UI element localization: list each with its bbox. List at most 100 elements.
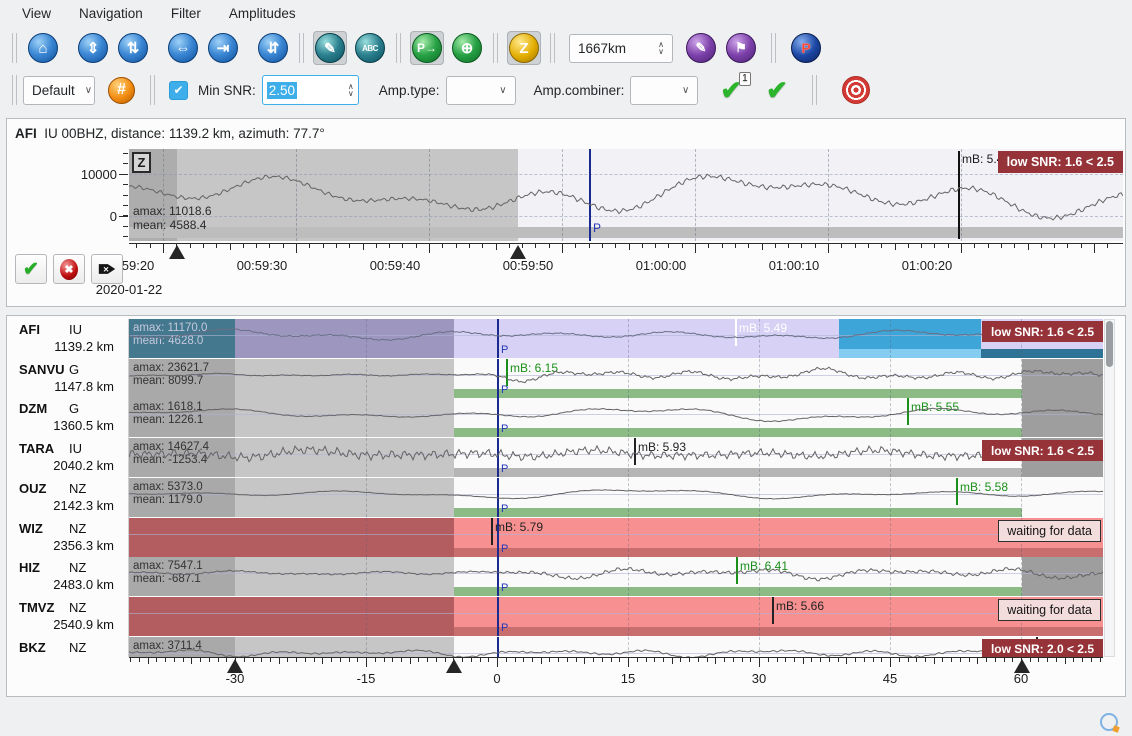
station-code: TARA: [19, 441, 54, 456]
relative-time-axis: [129, 657, 1103, 658]
zoom-horizontal-button[interactable]: ⇔: [166, 31, 200, 65]
noise-window-start-handle[interactable]: [169, 245, 185, 259]
trace-area[interactable]: amax: 14627.4mean: -1253.4PmB: 5.93low S…: [129, 438, 1103, 477]
zoom-trace-plot[interactable]: Z amax: 11018.6 mean: 4588.4 P mB: 5.49 …: [129, 149, 1123, 241]
amp-combiner-combo[interactable]: ∨: [630, 76, 698, 105]
apply-one-button[interactable]: ✔1: [711, 75, 751, 105]
chevron-down-icon: ∨: [75, 85, 92, 96]
trace-row-tara[interactable]: TARAIU2040.2 kmamax: 14627.4mean: -1253.…: [9, 438, 1114, 477]
trace-area[interactable]: amax: 11170.0mean: 4628.0PmB: 5.49low SN…: [129, 319, 1103, 358]
reject-skip-button[interactable]: ✕: [91, 254, 123, 284]
network-code: IU: [69, 441, 82, 456]
trace-area[interactable]: amax: 23621.7mean: 8099.7PmB: 6.15: [129, 359, 1103, 398]
abc-icon: ABC: [355, 33, 385, 63]
station-distance: 2540.9 km: [53, 617, 114, 632]
hash-button[interactable]: #: [106, 75, 137, 106]
axis-label: 15: [598, 671, 658, 686]
spin-arrows-icon[interactable]: ∧∨: [338, 83, 354, 97]
noise-start-handle[interactable]: [227, 659, 243, 673]
menu-amplitudes[interactable]: Amplitudes: [215, 2, 310, 25]
menu-view[interactable]: View: [8, 2, 65, 25]
pick-globe-button[interactable]: ⊕: [450, 31, 484, 65]
trace-row-wiz[interactable]: WIZNZ2356.3 kmPmB: 5.79waiting for data: [9, 518, 1114, 557]
waveform: [129, 478, 1103, 517]
home-button[interactable]: ⌂: [26, 31, 60, 65]
trace-row-ouz[interactable]: OUZNZ2142.3 kmamax: 5373.0mean: 1179.0Pm…: [9, 478, 1114, 517]
p-pick-label: P: [501, 543, 508, 555]
station-label: WIZNZ2356.3 km: [9, 518, 128, 557]
goto-end-icon: ⇥: [208, 33, 238, 63]
min-snr-checkbox[interactable]: [169, 81, 188, 100]
pick-flag-button[interactable]: ⚑: [724, 31, 758, 65]
trace-row-dzm[interactable]: DZMG1360.5 kmamax: 1618.1mean: 1226.1PmB…: [9, 398, 1114, 437]
trace-row-hiz[interactable]: HIZNZ2483.0 kmamax: 7547.1mean: -687.1Pm…: [9, 557, 1114, 596]
scrollbar-thumb[interactable]: [1106, 321, 1113, 367]
component-z-button[interactable]: Z: [507, 31, 541, 65]
scale-amplitudes-icon: ⇵: [258, 33, 288, 63]
connection-status-icon: [1100, 713, 1118, 731]
toolbar-separator: [493, 33, 498, 63]
axis-label: -15: [336, 671, 396, 686]
hash-icon: #: [108, 77, 135, 104]
trace-area[interactable]: PmB: 5.79waiting for data: [129, 518, 1103, 557]
flag-icon: ⚑: [726, 33, 756, 63]
vertical-scrollbar[interactable]: [1104, 319, 1115, 657]
trace-row-sanvu[interactable]: SANVUG1147.8 kmamax: 23621.7mean: 8099.7…: [9, 359, 1114, 398]
draw-pick-button[interactable]: ✎: [684, 31, 718, 65]
spin-arrows-icon[interactable]: ∧∨: [648, 41, 664, 55]
check-icon: ✔: [766, 77, 788, 103]
time-tick-label: 01:00:00: [621, 258, 701, 273]
time-tick-label: 00:59:40: [355, 258, 435, 273]
profile-combo[interactable]: Default ∨: [23, 76, 95, 105]
signal-window-handle[interactable]: [510, 245, 526, 259]
recompute-button[interactable]: [832, 74, 872, 106]
delete-amplitude-button[interactable]: ✖: [53, 254, 85, 284]
zoom-vertical-button[interactable]: ⇕: [76, 31, 110, 65]
amplitude-marker[interactable]: [772, 597, 774, 624]
station-label: TMVZNZ2540.9 km: [9, 597, 128, 636]
check-one-icon: ✔1: [720, 77, 742, 103]
low-snr-badge: low SNR: 1.6 < 2.5: [998, 151, 1123, 173]
station-label: OUZNZ2142.3 km: [9, 478, 128, 517]
date-label: 2020-01-22: [89, 282, 169, 297]
scale-amplitudes-button[interactable]: ⇵: [256, 31, 290, 65]
fit-vertical-button[interactable]: ⇅: [116, 31, 150, 65]
low-snr-badge: low SNR: 2.0 < 2.5: [982, 639, 1103, 657]
network-code: IU: [69, 322, 82, 337]
network-code: G: [69, 401, 79, 416]
pick-p-button[interactable]: P→: [410, 31, 444, 65]
globe-icon: ⊕: [452, 33, 482, 63]
trace-area[interactable]: PmB: 5.66waiting for data: [129, 597, 1103, 636]
amp-type-combo[interactable]: ∨: [446, 76, 516, 105]
goto-end-button[interactable]: ⇥: [206, 31, 240, 65]
trace-area[interactable]: amax: 5373.0mean: 1179.0PmB: 5.58: [129, 478, 1103, 517]
amplitude-marker[interactable]: [491, 518, 493, 545]
p-pick-marker[interactable]: [497, 597, 499, 636]
trace-row-tmvz[interactable]: TMVZNZ2540.9 kmPmB: 5.66waiting for data: [9, 597, 1114, 636]
trace-header-detail: IU 00BHZ, distance: 1139.2 km, azimuth: …: [44, 126, 325, 141]
trace-area[interactable]: amax: 1618.1mean: 1226.1PmB: 5.55: [129, 398, 1103, 437]
menu-filter[interactable]: Filter: [157, 2, 215, 25]
filter-letters-button[interactable]: ABC: [353, 31, 387, 65]
filter-toggle-button[interactable]: ✎: [313, 31, 347, 65]
amplitude-picker-window: View Navigation Filter Amplitudes ⌂ ⇕ ⇅ …: [0, 0, 1132, 736]
menubar: View Navigation Filter Amplitudes: [0, 0, 1132, 27]
apply-all-button[interactable]: ✔: [757, 75, 797, 105]
waiting-for-data-badge: waiting for data: [998, 599, 1101, 621]
trace-area[interactable]: amax: 3711.4PmB: 6.1low SNR: 2.0 < 2.5: [129, 637, 1103, 657]
chevron-down-icon: ∨: [672, 85, 689, 96]
min-snr-value: 2.50: [267, 82, 297, 99]
station-label: HIZNZ2483.0 km: [9, 557, 128, 596]
menu-navigation[interactable]: Navigation: [65, 2, 157, 25]
p-wave-button[interactable]: P: [789, 31, 823, 65]
min-snr-spinbox[interactable]: 2.50 ∧∨: [262, 75, 359, 105]
accept-amplitude-button[interactable]: ✔: [15, 254, 47, 284]
trace-row-bkz[interactable]: BKZNZamax: 3711.4PmB: 6.1low SNR: 2.0 < …: [9, 637, 1114, 657]
distance-range-combo[interactable]: 1667km ∧∨: [569, 34, 673, 63]
trace-area[interactable]: amax: 7547.1mean: -687.1PmB: 6.41: [129, 557, 1103, 596]
trace-row-afi[interactable]: AFIIU1139.2 kmamax: 11170.0mean: 4628.0P…: [9, 319, 1114, 358]
station-code: HIZ: [19, 560, 40, 575]
station-trace-panel: AFIIU1139.2 kmamax: 11170.0mean: 4628.0P…: [6, 315, 1126, 697]
noise-end-handle[interactable]: [446, 659, 462, 673]
signal-end-handle[interactable]: [1014, 659, 1030, 673]
